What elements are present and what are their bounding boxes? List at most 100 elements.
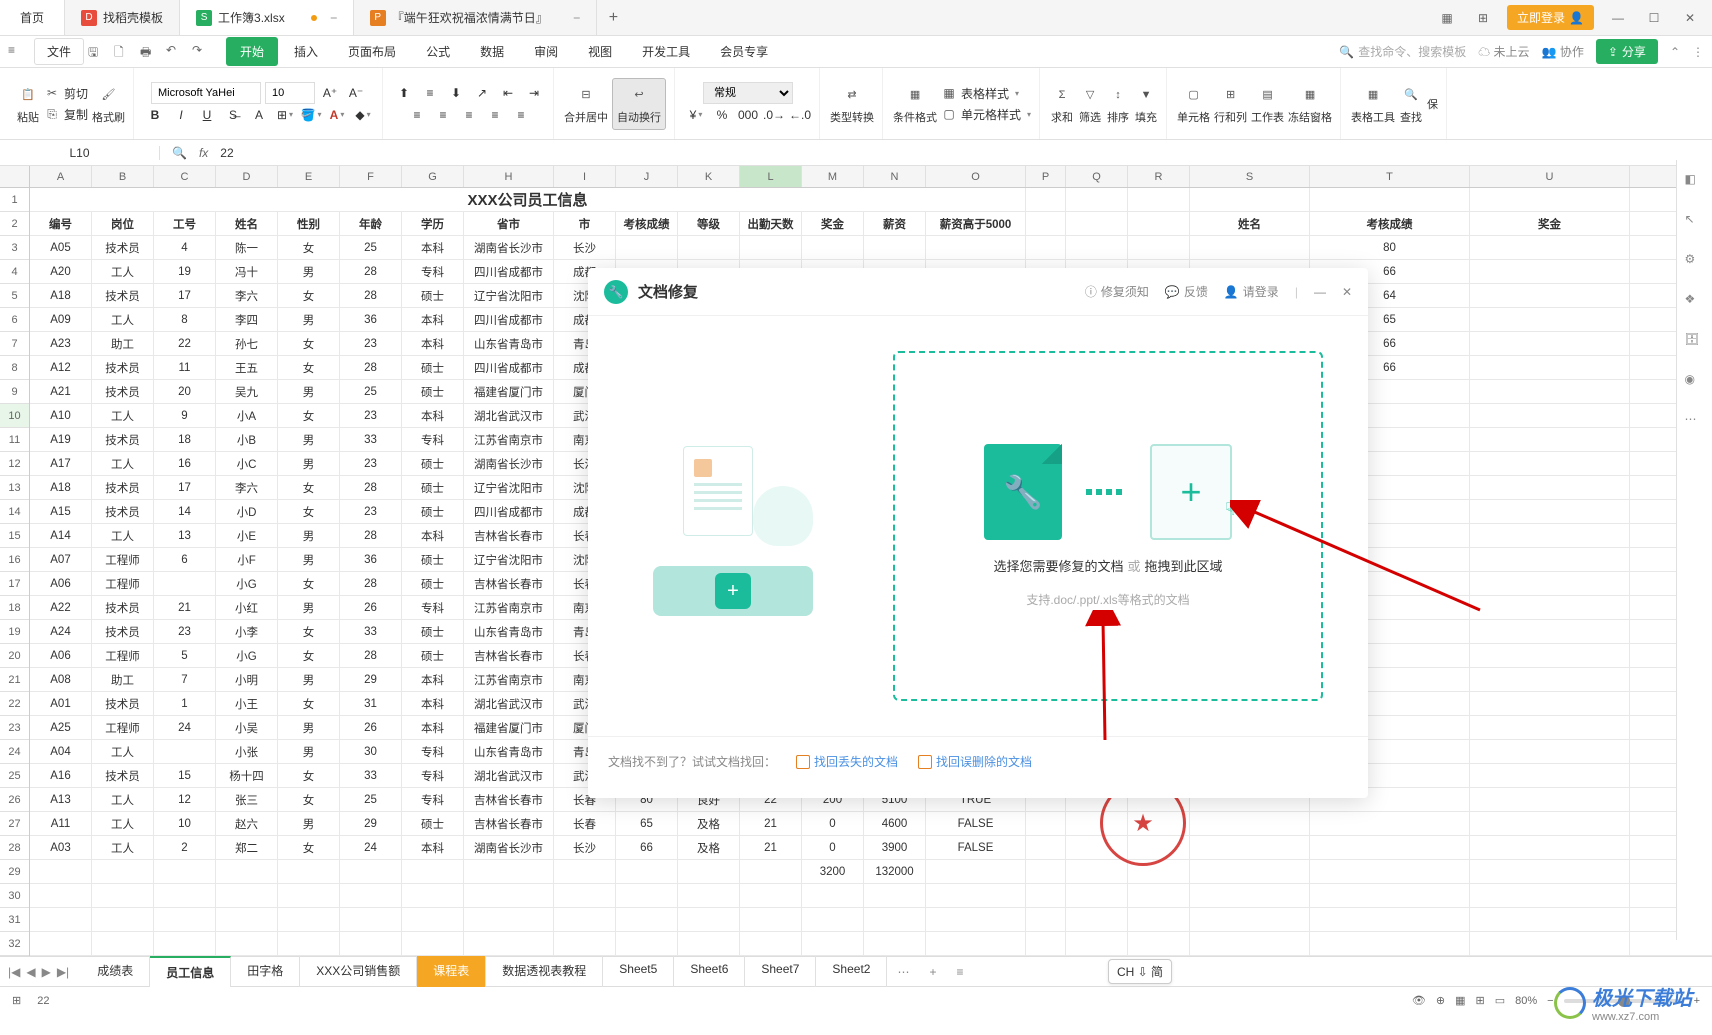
cell[interactable] xyxy=(802,884,864,907)
sheet-list-icon[interactable]: ⋯ xyxy=(887,965,919,979)
justify-icon[interactable]: ≡ xyxy=(484,104,506,126)
strikethrough-button[interactable]: S̶ xyxy=(222,104,244,126)
cell[interactable]: 29 xyxy=(340,668,402,691)
cell[interactable] xyxy=(616,908,678,931)
minimize-button[interactable]: — xyxy=(1606,6,1630,30)
underline-button[interactable]: U xyxy=(196,104,218,126)
border-button[interactable]: ⊞ xyxy=(274,104,296,126)
cell[interactable]: 男 xyxy=(278,452,340,475)
cell[interactable] xyxy=(402,908,464,931)
add-file-button[interactable]: + ☟ xyxy=(1150,444,1232,540)
cell[interactable]: 工程师 xyxy=(92,644,154,667)
cell[interactable] xyxy=(554,932,616,955)
font-color-button[interactable]: A xyxy=(248,104,270,126)
cell[interactable] xyxy=(864,236,926,259)
ribbon-tab-dev[interactable]: 开发工具 xyxy=(628,37,704,66)
cell[interactable]: 硕士 xyxy=(402,356,464,379)
cell[interactable]: 16 xyxy=(154,452,216,475)
cell[interactable]: 硕士 xyxy=(402,812,464,835)
sidebar-settings-icon[interactable]: ⚙ xyxy=(1685,252,1705,272)
fx-icon[interactable]: fx xyxy=(199,146,208,160)
row-header[interactable]: 1 xyxy=(0,188,29,212)
sheet-tab[interactable]: Sheet6 xyxy=(674,956,745,987)
cell[interactable]: 硕士 xyxy=(402,644,464,667)
cell[interactable]: A14 xyxy=(30,524,92,547)
header-cell[interactable]: 岗位 xyxy=(92,212,154,235)
cell[interactable]: 3200 xyxy=(802,860,864,883)
cell[interactable]: 女 xyxy=(278,476,340,499)
cell[interactable]: 辽宁省沈阳市 xyxy=(464,548,554,571)
row-header[interactable]: 18 xyxy=(0,596,29,620)
cell[interactable]: 本科 xyxy=(402,404,464,427)
cell[interactable]: 小G xyxy=(216,572,278,595)
sheet-tab[interactable]: Sheet5 xyxy=(603,956,674,987)
cell[interactable] xyxy=(740,884,802,907)
col-header-N[interactable]: N xyxy=(864,166,926,187)
row-header[interactable]: 13 xyxy=(0,476,29,500)
font-name-select[interactable] xyxy=(151,82,261,104)
cell[interactable]: 江苏省南京市 xyxy=(464,596,554,619)
sidebar-help-icon[interactable]: ◉ xyxy=(1685,372,1705,392)
sheet-tab[interactable]: 数据透视表教程 xyxy=(486,956,603,987)
cell[interactable] xyxy=(92,908,154,931)
ribbon-tab-layout[interactable]: 页面布局 xyxy=(334,37,410,66)
cell[interactable] xyxy=(1310,188,1470,211)
cell[interactable]: 33 xyxy=(340,764,402,787)
row-header[interactable]: 21 xyxy=(0,668,29,692)
col-header-L[interactable]: L xyxy=(740,166,802,187)
percent-icon[interactable]: % xyxy=(711,104,733,126)
cell[interactable]: 80 xyxy=(1310,236,1470,259)
cell[interactable] xyxy=(1470,932,1630,955)
cell[interactable]: 硕士 xyxy=(402,548,464,571)
cell[interactable] xyxy=(1470,308,1630,331)
cell[interactable] xyxy=(154,932,216,955)
cell[interactable]: 28 xyxy=(340,284,402,307)
cell[interactable]: A01 xyxy=(30,692,92,715)
cell[interactable]: 李六 xyxy=(216,476,278,499)
cell[interactable] xyxy=(1470,692,1630,715)
row-header[interactable]: 10 xyxy=(0,404,29,428)
cell[interactable] xyxy=(1470,764,1630,787)
cell[interactable] xyxy=(1066,188,1128,211)
cell[interactable] xyxy=(1470,884,1630,907)
cell[interactable]: A11 xyxy=(30,812,92,835)
row-header[interactable]: 30 xyxy=(0,884,29,908)
header-cell[interactable]: 出勤天数 xyxy=(740,212,802,235)
cell[interactable]: 山东省青岛市 xyxy=(464,620,554,643)
cell[interactable]: 长春 xyxy=(554,812,616,835)
find-button[interactable]: 🔍查找 xyxy=(1399,83,1423,125)
collab-button[interactable]: 👥 协作 xyxy=(1542,43,1584,60)
cell[interactable]: A12 xyxy=(30,356,92,379)
cell[interactable] xyxy=(340,932,402,955)
file-menu-button[interactable]: 文件 xyxy=(34,38,84,65)
close-tab-icon[interactable]: ⎯ xyxy=(574,10,580,25)
cell[interactable]: 男 xyxy=(278,596,340,619)
cell[interactable]: 湖北省武汉市 xyxy=(464,692,554,715)
cell[interactable] xyxy=(740,860,802,883)
cell[interactable] xyxy=(926,908,1026,931)
cell[interactable] xyxy=(154,908,216,931)
save-icon[interactable]: 🖫 xyxy=(88,43,106,61)
fill-color-button[interactable]: 🪣 xyxy=(300,104,322,126)
cell[interactable]: 吉林省长春市 xyxy=(464,524,554,547)
file-dropzone[interactable]: 🔧 + ☟ 选择您需要修复的文档或拖拽到此区域 支持.doc/.ppt/.xls… xyxy=(893,351,1323,701)
cell[interactable]: 小A xyxy=(216,404,278,427)
ribbon-tab-review[interactable]: 审阅 xyxy=(520,37,572,66)
name-box[interactable]: L10 xyxy=(0,146,160,160)
cell[interactable] xyxy=(1190,812,1310,835)
cell[interactable] xyxy=(678,236,740,259)
cell[interactable]: 辽宁省沈阳市 xyxy=(464,476,554,499)
cell[interactable]: 男 xyxy=(278,740,340,763)
cell[interactable] xyxy=(554,884,616,907)
highlight-button[interactable]: ◆ xyxy=(352,104,374,126)
cell[interactable] xyxy=(278,932,340,955)
cell[interactable] xyxy=(1470,428,1630,451)
ribbon-tab-formula[interactable]: 公式 xyxy=(412,37,464,66)
sheet-tab[interactable]: 课程表 xyxy=(417,956,486,987)
cell[interactable]: 女 xyxy=(278,572,340,595)
cell[interactable]: 女 xyxy=(278,836,340,859)
cell[interactable] xyxy=(1066,236,1128,259)
cell[interactable]: 28 xyxy=(340,644,402,667)
cell[interactable]: 23 xyxy=(340,452,402,475)
cell[interactable]: 小明 xyxy=(216,668,278,691)
